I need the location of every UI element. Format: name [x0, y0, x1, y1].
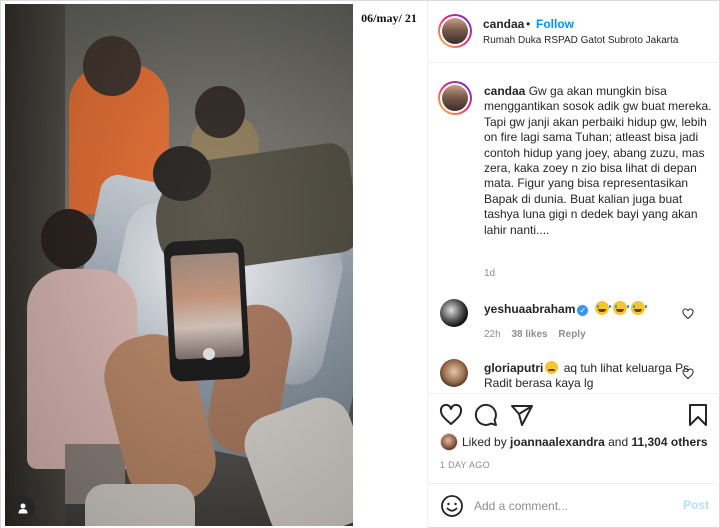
likes-and: and — [608, 435, 629, 449]
liker-username[interactable]: joannaalexandra — [510, 435, 605, 449]
crying-emoji — [613, 301, 630, 315]
smile-icon[interactable] — [440, 494, 464, 518]
caption-username[interactable]: candaa — [484, 84, 525, 98]
author-username[interactable]: candaa — [483, 17, 524, 31]
heart-icon[interactable] — [682, 308, 694, 320]
bookmark-icon[interactable] — [686, 403, 710, 427]
liker-avatar[interactable] — [440, 433, 458, 451]
comment-likes[interactable]: 38 likes — [511, 329, 547, 340]
instagram-post: 06/may/ 21 candaa • Follow Rumah Duka RS… — [0, 0, 720, 528]
separator-dot: • — [526, 17, 531, 31]
post-date[interactable]: 1 DAY AGO — [440, 460, 490, 470]
comment-time[interactable]: 22h — [484, 329, 501, 340]
share-icon[interactable] — [510, 403, 534, 427]
person-icon — [18, 503, 28, 514]
crying-emoji — [631, 301, 648, 315]
comment-icon[interactable] — [474, 403, 498, 427]
date-overlay: 06/may/ 21 — [361, 11, 417, 25]
comment: yeshuaabraham ✓ — [484, 301, 648, 316]
action-bar — [428, 393, 720, 433]
heart-icon[interactable] — [439, 403, 463, 427]
commenter-avatar[interactable] — [440, 359, 468, 387]
likes-others[interactable]: 11,304 others — [631, 435, 707, 449]
post-media[interactable]: 06/may/ 21 — [1, 1, 427, 528]
caption-text: Gw ga akan mungkin bisa menggantikan sos… — [484, 84, 712, 237]
post-sidebar: candaa • Follow Rumah Duka RSPAD Gatot S… — [427, 1, 720, 528]
tagged-users-button[interactable] — [11, 496, 35, 520]
crying-emoji — [594, 301, 611, 315]
comment-username[interactable]: yeshuaabraham — [484, 302, 575, 316]
post-header: candaa • Follow Rumah Duka RSPAD Gatot S… — [428, 1, 720, 63]
caption-text-block: candaa Gw ga akan mungkin bisa mengganti… — [484, 84, 712, 238]
verified-icon: ✓ — [577, 305, 589, 316]
post-button[interactable]: Post — [683, 498, 709, 512]
comments-section[interactable]: candaa Gw ga akan mungkin bisa mengganti… — [428, 63, 720, 391]
caption-avatar[interactable] — [438, 81, 472, 115]
comment: gloriaputri aq tuh lihat keluarga Ps Rad… — [484, 361, 694, 391]
reply-button[interactable]: Reply — [558, 329, 585, 340]
heart-icon[interactable] — [682, 368, 694, 380]
comment-username[interactable]: gloriaputri — [484, 361, 543, 375]
follow-button[interactable]: Follow — [536, 17, 574, 31]
post-photo[interactable] — [5, 4, 353, 526]
likes-prefix: Liked by — [462, 435, 507, 449]
sad-emoji — [545, 361, 559, 374]
commenter-avatar[interactable] — [440, 299, 468, 327]
location-link[interactable]: Rumah Duka RSPAD Gatot Subroto Jakarta — [483, 35, 678, 46]
comment-input[interactable] — [474, 494, 664, 518]
photo-vignette — [5, 4, 353, 526]
caption-time[interactable]: 1d — [484, 268, 495, 279]
likes-summary: Liked by joannaalexandra and 11,304 othe… — [440, 433, 708, 451]
comment-meta: 22h 38 likes Reply — [484, 329, 586, 340]
add-comment-bar: Post — [428, 483, 720, 528]
author-avatar[interactable] — [438, 14, 472, 48]
